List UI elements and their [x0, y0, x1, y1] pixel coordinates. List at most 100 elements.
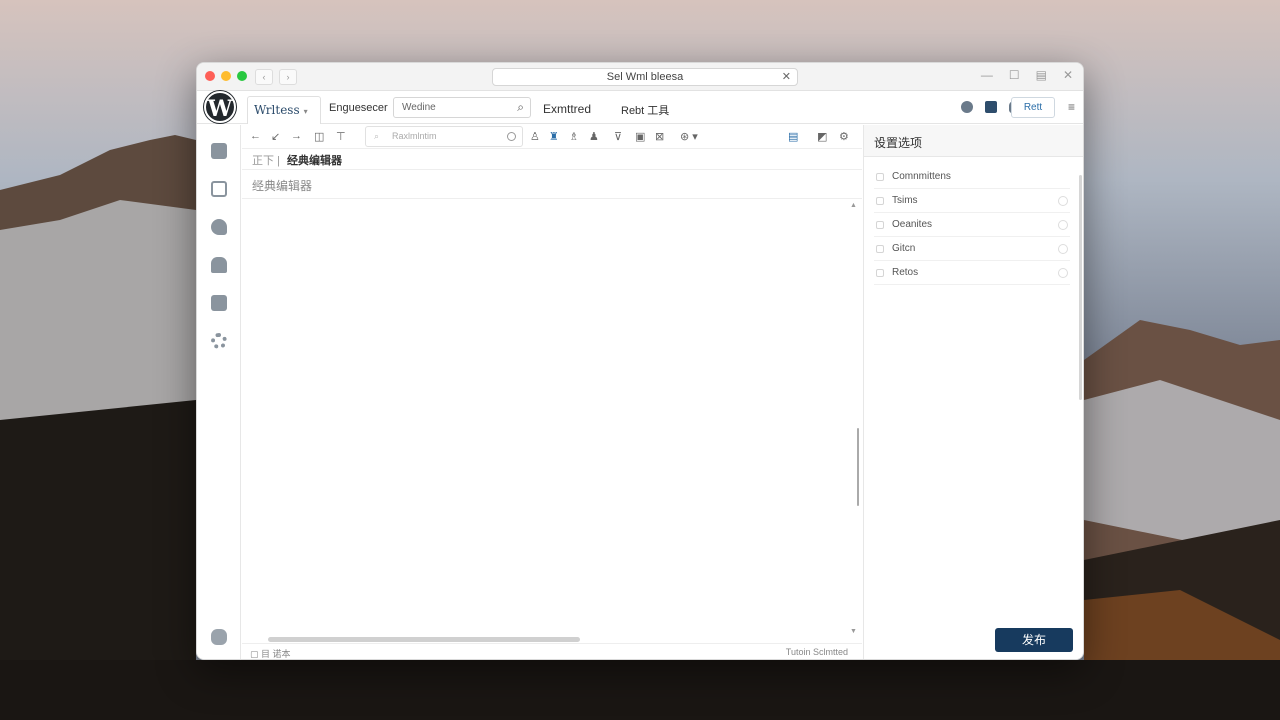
menu-bar: W Wrltess ▾ Enguesecer Wedine ⌕ Exmttred … [197, 91, 1083, 124]
text-icon[interactable]: ⊤ [336, 130, 346, 143]
list-item[interactable]: Retos [874, 261, 1070, 285]
search-icon: ⌕ [374, 131, 380, 141]
maximize-icon[interactable]: ☐ [1009, 68, 1020, 82]
close-icon[interactable]: ✕ [782, 69, 791, 85]
dashboard-icon[interactable] [211, 143, 227, 159]
radio[interactable] [1058, 220, 1068, 230]
scroll-thumb[interactable] [857, 428, 859, 506]
restore-icon[interactable]: ▤ [1036, 68, 1047, 82]
list-item-label: Tsims [892, 195, 918, 206]
redo-icon[interactable]: → [291, 130, 302, 142]
settings-panel-header[interactable]: 设置选项 ⌄ [864, 125, 1083, 157]
bold-icon[interactable]: ♙ [530, 130, 540, 143]
title-bar: ‹ › Sel Wml bleesa ✕ — ☐ ▤ ✕ [197, 63, 1083, 91]
minimize-icon[interactable]: — [981, 68, 993, 82]
scroll-down-icon[interactable]: ▼ [850, 628, 857, 635]
status-left: ▢ 目 诺本 [250, 649, 291, 659]
filter-icon[interactable]: ⊽ [614, 130, 622, 143]
breadcrumb-root[interactable]: 正下 [252, 155, 274, 167]
menu-item-1[interactable]: Enguesecer [329, 102, 388, 114]
radio[interactable] [1058, 196, 1068, 206]
address-bar-text: Sel Wml bleesa [606, 71, 684, 83]
list-item[interactable]: Tsims [874, 189, 1070, 213]
layout-icon[interactable] [985, 101, 997, 113]
scroll-up-icon[interactable]: ▲ [850, 202, 857, 209]
help-icon[interactable] [961, 101, 973, 113]
menu-item-3[interactable]: Rebt 工具 [621, 102, 669, 118]
status-right: Tutoin Sclmtted [785, 647, 848, 657]
menu-icon[interactable]: ≡ [1068, 100, 1075, 114]
list-item-label: Gitcn [892, 243, 916, 254]
horizontal-scrollbar[interactable] [268, 637, 580, 642]
preview-icon[interactable]: ▤ [788, 130, 798, 143]
list-item[interactable]: Gitcn [874, 237, 1070, 261]
gear-icon[interactable] [211, 333, 227, 349]
wordpress-logo-icon[interactable]: W [204, 91, 236, 123]
status-bar: ▢ 目 诺本 Tutoin Sclmtted [242, 643, 862, 659]
edit-icon[interactable]: ◩ [817, 130, 827, 143]
search-icon[interactable]: ⌕ [517, 98, 524, 117]
chevron-down-icon: ▾ [303, 107, 308, 116]
undo-icon[interactable]: ↙ [271, 130, 280, 143]
checkbox[interactable] [876, 269, 884, 277]
lock-icon[interactable]: ♗ [569, 130, 579, 143]
list-item-label: Retos [892, 267, 919, 278]
tab-active[interactable]: Wrltess ▾ [247, 96, 321, 124]
forward-button[interactable]: › [279, 69, 297, 85]
vertical-scrollbar[interactable]: ▲ ▼ [848, 200, 860, 640]
media-icon[interactable] [211, 257, 227, 273]
clear-icon[interactable] [507, 132, 516, 141]
nav-arrows: ‹ › [255, 69, 297, 85]
zoom-window-button[interactable] [237, 71, 247, 81]
search-input[interactable]: Wedine ⌕ [393, 97, 531, 118]
settings-icon[interactable]: ⚙ [839, 130, 849, 143]
toolbar-search-input[interactable]: ⌕ Raxlmlntim [365, 126, 523, 147]
publish-button[interactable]: 发布 [995, 628, 1073, 652]
post-title-field[interactable]: 经典编辑器 ✕ [242, 169, 862, 199]
window-buttons: — ☐ ▤ ✕ [981, 68, 1073, 82]
checkbox[interactable] [876, 245, 884, 253]
tab-active-label: Wrltess [254, 103, 300, 117]
list-item[interactable]: Comnmittens [874, 165, 1070, 189]
breadcrumb-current: 经典编辑器 [286, 155, 342, 167]
back-button[interactable]: ‹ [255, 69, 273, 85]
comments-icon[interactable] [211, 219, 227, 235]
browser-window: ‹ › Sel Wml bleesa ✕ — ☐ ▤ ✕ W Wrltess ▾ … [196, 62, 1084, 660]
settings-list: Comnmittens Tsims Oeanites Gitcn Retos [874, 165, 1070, 285]
checkbox[interactable] [876, 221, 884, 229]
editor-toolbar: ← ↙ → ◫ ⊤ ⌕ Raxlmlntim ♙ ♜ ♗ ♟ ⊽ ▣ ⊠ ⊛ ▾… [242, 125, 862, 149]
panel-scrollbar[interactable] [1079, 175, 1082, 400]
close-icon[interactable]: ✕ [252, 177, 850, 191]
close-window-button[interactable] [205, 71, 215, 81]
save-button[interactable]: Rett [1011, 97, 1055, 118]
close-icon[interactable]: ✕ [1063, 68, 1073, 82]
radio[interactable] [1058, 244, 1068, 254]
window-controls [205, 71, 247, 81]
chevron-down-icon[interactable]: ⌄ [874, 131, 1073, 145]
radio[interactable] [1058, 268, 1068, 278]
collapse-icon[interactable] [211, 629, 227, 645]
more-icon[interactable]: ⊛ ▾ [680, 130, 698, 143]
toolbar-search-text: Raxlmlntim [392, 131, 437, 141]
back-arrow-icon[interactable]: ← [250, 130, 261, 142]
search-input-text: Wedine [402, 102, 436, 113]
address-bar[interactable]: Sel Wml bleesa ✕ [492, 68, 798, 86]
sidebar [197, 125, 241, 659]
list-item-label: Oeanites [892, 219, 933, 230]
remove-format-icon[interactable]: ⊠ [655, 130, 664, 143]
checkbox[interactable] [876, 197, 884, 205]
breadcrumb: 正下 | 经典编辑器 [252, 155, 342, 167]
editor-content-area[interactable] [242, 200, 862, 639]
block-icon[interactable]: ◫ [314, 130, 324, 143]
menu-item-2[interactable]: Exmttred [543, 102, 591, 116]
settings-panel: 设置选项 ⌄ Comnmittens Tsims Oeanites Gitcn … [863, 125, 1083, 659]
checkbox[interactable] [876, 173, 884, 181]
pages-icon[interactable] [211, 181, 227, 197]
minimize-window-button[interactable] [221, 71, 231, 81]
image-icon[interactable]: ▣ [635, 130, 645, 143]
paint-icon[interactable]: ♜ [549, 130, 559, 143]
status-left-text: 目 诺本 [261, 649, 291, 659]
plugins-icon[interactable] [211, 295, 227, 311]
format-icon[interactable]: ♟ [589, 130, 599, 143]
list-item[interactable]: Oeanites [874, 213, 1070, 237]
